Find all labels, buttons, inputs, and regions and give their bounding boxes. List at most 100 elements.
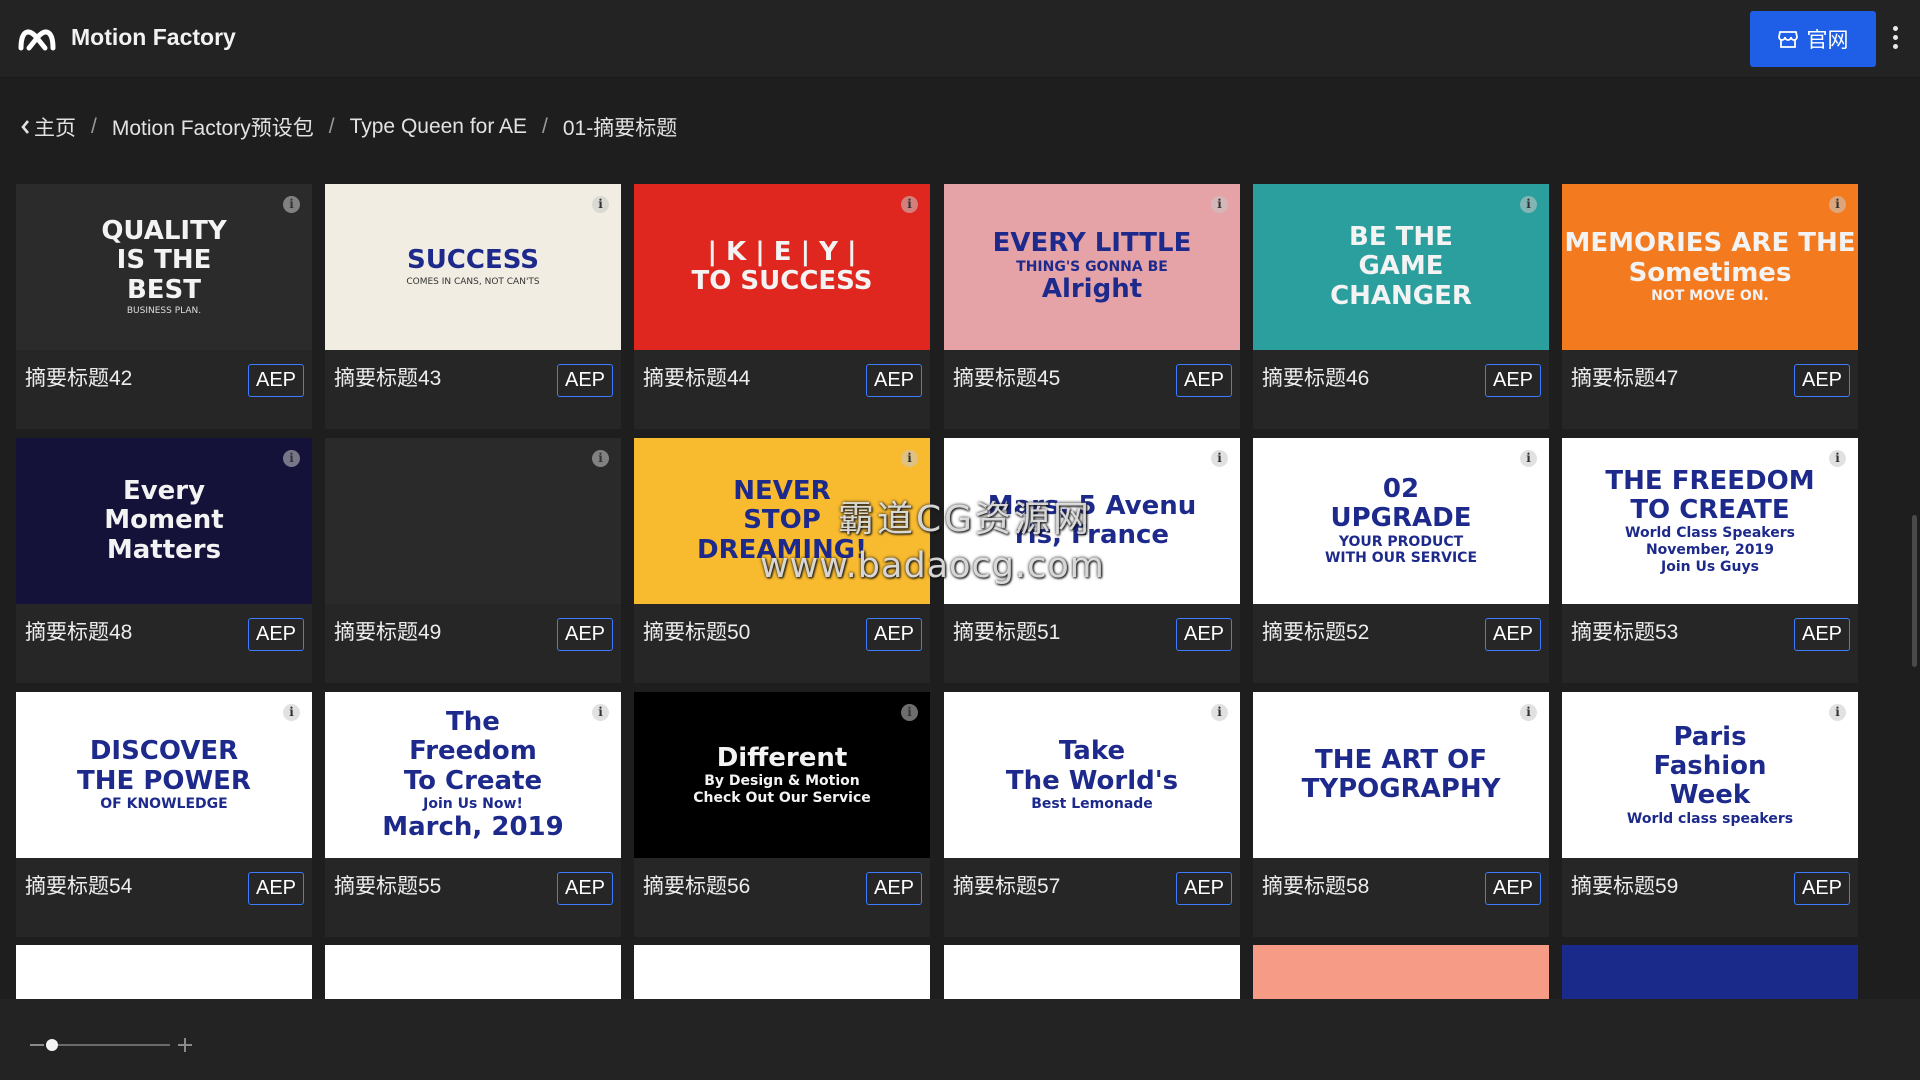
- asset-thumbnail[interactable]: DISCOVER THE POWER OF KNOWLEDGE i: [16, 692, 312, 858]
- asset-card[interactable]: DISCOVER THE POWER OF KNOWLEDGE i 摘要标题54 AEP: [16, 692, 312, 937]
- info-icon[interactable]: i: [283, 450, 300, 467]
- asset-card[interactable]: [634, 945, 930, 1000]
- thumbnail-text: | K | E | Y |: [707, 236, 857, 267]
- thumbnail-text: Every: [122, 476, 206, 507]
- info-icon[interactable]: i: [1829, 450, 1846, 467]
- zoom-slider[interactable]: [46, 1039, 170, 1051]
- asset-thumbnail[interactable]: The Freedom To Create Join Us Now! March, 20…: [325, 692, 621, 858]
- asset-card[interactable]: The Freedom To Create Join Us Now! March, 20…: [325, 692, 621, 937]
- asset-name: 摘要标题51: [953, 621, 1061, 644]
- asset-thumbnail[interactable]: Different By Design & Motion Check Out Our…: [634, 692, 930, 858]
- info-icon[interactable]: i: [901, 450, 918, 467]
- asset-card[interactable]: [1253, 945, 1549, 1000]
- asset-card[interactable]: SUCCESS COMES IN CANS, NOT CAN'TS i 摘要标题43 A…: [325, 184, 621, 429]
- zoom-out-icon[interactable]: [30, 1044, 44, 1046]
- asset-thumbnail[interactable]: QUALITY IS THE BEST BUSINESS PLAN. i: [16, 184, 312, 350]
- asset-card[interactable]: THE ART OF TYPOGRAPHY i 摘要标题58 AEP: [1253, 692, 1549, 937]
- thumbnail-text: Fashion: [1653, 751, 1767, 781]
- thumbnail-text: NOT MOVE ON.: [1651, 287, 1769, 304]
- info-icon[interactable]: i: [592, 450, 609, 467]
- asset-thumbnail[interactable]: [634, 945, 930, 1000]
- asset-card[interactable]: Take The World's Best Lemonade i 摘要标题57 AEP: [944, 692, 1240, 937]
- asset-thumbnail[interactable]: Paris Fashion Week World class speakers i: [1562, 692, 1858, 858]
- thumbnail-text: GAME: [1358, 251, 1444, 282]
- asset-card[interactable]: [944, 945, 1240, 1000]
- asset-card[interactable]: [16, 945, 312, 1000]
- asset-thumbnail[interactable]: [1562, 945, 1858, 1000]
- asset-card[interactable]: THE FREEDOM TO CREATE World Class Speakers…: [1562, 438, 1858, 683]
- info-icon[interactable]: i: [1211, 704, 1228, 721]
- info-icon[interactable]: i: [1520, 196, 1537, 213]
- asset-card[interactable]: i 摘要标题49 AEP: [325, 438, 621, 683]
- zoom-in-icon[interactable]: [178, 1038, 192, 1052]
- asset-card[interactable]: Paris Fashion Week World class speakers i 摘要标…: [1562, 692, 1858, 937]
- asset-card[interactable]: | K | E | Y | TO SUCCESS i 摘要标题44 AEP: [634, 184, 930, 429]
- thumbnail-subtext: BUSINESS PLAN.: [126, 305, 202, 316]
- thumbnail-text: To Create: [403, 765, 543, 796]
- thumbnail-text: Matters: [106, 534, 222, 565]
- info-icon[interactable]: i: [1829, 704, 1846, 721]
- asset-name: 摘要标题49: [334, 621, 442, 644]
- info-icon[interactable]: i: [901, 704, 918, 721]
- thumbnail-text: Moment: [104, 505, 224, 536]
- asset-card[interactable]: 02 UPGRADE YOUR PRODUCT WITH OUR SERVICE i 摘要…: [1253, 438, 1549, 683]
- thumbnail-text: Join Us Now!: [423, 795, 523, 812]
- info-icon[interactable]: i: [901, 196, 918, 213]
- thumbnail-text: THE POWER: [77, 765, 251, 796]
- format-badge: AEP: [1794, 364, 1850, 397]
- thumbnail-text: TO SUCCESS: [691, 266, 873, 296]
- vertical-scrollbar[interactable]: [1912, 515, 1917, 667]
- thumbnail-text: By Design & Motion: [704, 772, 860, 789]
- asset-thumbnail[interactable]: THE FREEDOM TO CREATE World Class Speakers…: [1562, 438, 1858, 604]
- asset-thumbnail[interactable]: BE THE GAME CHANGER i: [1253, 184, 1549, 350]
- thumbnail-text: World class speakers: [1626, 810, 1794, 827]
- watermark-url: www.badaocg.com: [760, 546, 1105, 586]
- format-badge: AEP: [1176, 618, 1232, 651]
- format-badge: AEP: [1794, 872, 1850, 905]
- thumbnail-text: CHANGER: [1330, 280, 1472, 311]
- asset-card[interactable]: BE THE GAME CHANGER i 摘要标题46 AEP: [1253, 184, 1549, 429]
- format-badge: AEP: [557, 618, 613, 651]
- asset-thumbnail[interactable]: SUCCESS COMES IN CANS, NOT CAN'TS i: [325, 184, 621, 350]
- asset-card[interactable]: [325, 945, 621, 1000]
- asset-thumbnail[interactable]: Every Moment Matters i: [16, 438, 312, 604]
- thumbnail-text: Paris: [1673, 721, 1747, 752]
- thumbnail-text: BE THE: [1349, 222, 1453, 253]
- asset-name: 摘要标题57: [953, 875, 1061, 898]
- format-badge: AEP: [1485, 872, 1541, 905]
- asset-thumbnail[interactable]: THE ART OF TYPOGRAPHY i: [1253, 692, 1549, 858]
- thumbnail-text: Join Us Guys: [1661, 558, 1759, 575]
- asset-thumbnail[interactable]: i: [325, 438, 621, 604]
- asset-thumbnail[interactable]: MEMORIES ARE THE Sometimes NOT MOVE ON. i: [1562, 184, 1858, 350]
- info-icon[interactable]: i: [1211, 450, 1228, 467]
- asset-card[interactable]: [1562, 945, 1858, 1000]
- thumbnail-text: March, 2019: [382, 811, 564, 842]
- asset-card[interactable]: MEMORIES ARE THE Sometimes NOT MOVE ON. i 摘要…: [1562, 184, 1858, 429]
- info-icon[interactable]: i: [1520, 704, 1537, 721]
- asset-thumbnail[interactable]: | K | E | Y | TO SUCCESS i: [634, 184, 930, 350]
- thumbnail-text: THE ART OF: [1315, 744, 1487, 775]
- info-icon[interactable]: i: [592, 704, 609, 721]
- asset-card[interactable]: EVERY LITTLE THING'S GONNA BE Alright i 摘要标题…: [944, 184, 1240, 429]
- asset-thumbnail[interactable]: [944, 945, 1240, 1000]
- info-icon[interactable]: i: [283, 704, 300, 721]
- info-icon[interactable]: i: [1829, 196, 1846, 213]
- asset-name: 摘要标题56: [643, 875, 751, 898]
- info-icon[interactable]: i: [283, 196, 300, 213]
- asset-thumbnail[interactable]: EVERY LITTLE THING'S GONNA BE Alright i: [944, 184, 1240, 350]
- asset-card[interactable]: QUALITY IS THE BEST BUSINESS PLAN. i 摘要标题42 AE…: [16, 184, 312, 429]
- info-icon[interactable]: i: [1211, 196, 1228, 213]
- asset-name: 摘要标题52: [1262, 621, 1370, 644]
- info-icon[interactable]: i: [592, 196, 609, 213]
- asset-card[interactable]: Every Moment Matters i 摘要标题48 AEP: [16, 438, 312, 683]
- asset-thumbnail[interactable]: [325, 945, 621, 1000]
- asset-card[interactable]: Different By Design & Motion Check Out Our…: [634, 692, 930, 937]
- asset-thumbnail[interactable]: [16, 945, 312, 1000]
- asset-thumbnail[interactable]: 02 UPGRADE YOUR PRODUCT WITH OUR SERVICE i: [1253, 438, 1549, 604]
- thumbnail-text: Take: [1058, 736, 1126, 767]
- asset-thumbnail[interactable]: [1253, 945, 1549, 1000]
- asset-thumbnail[interactable]: Take The World's Best Lemonade i: [944, 692, 1240, 858]
- info-icon[interactable]: i: [1520, 450, 1537, 467]
- zoom-slider-handle[interactable]: [46, 1039, 58, 1051]
- thumbnail-text: OF KNOWLEDGE: [100, 795, 228, 812]
